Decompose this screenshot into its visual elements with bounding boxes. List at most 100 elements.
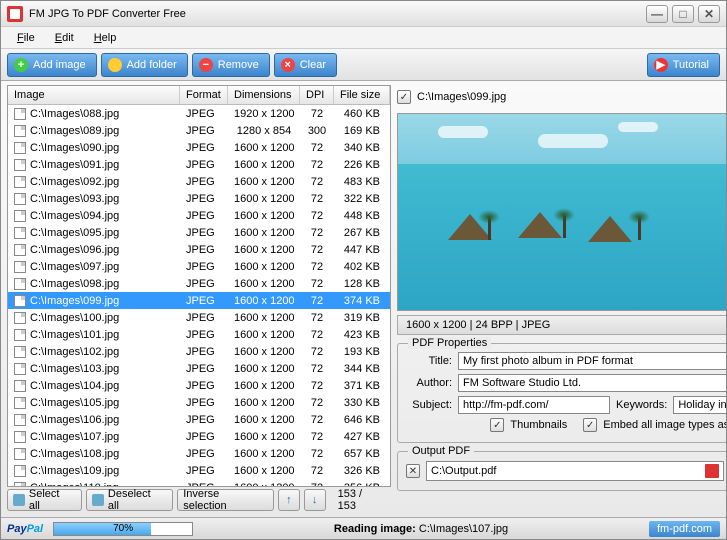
preview-info-bar: 1600 x 1200 | 24 BPP | JPEG Scale: 20 % [397,315,726,335]
thumbnails-label: Thumbnails [510,419,567,431]
minimize-button[interactable]: — [646,5,668,23]
file-icon [14,193,26,205]
move-up-button[interactable]: ↑ [278,489,300,511]
clear-button[interactable]: ×Clear [274,53,337,77]
table-row[interactable]: C:\Images\105.jpgJPEG1600 x 120072330 KB [8,394,390,411]
table-row[interactable]: C:\Images\092.jpgJPEG1600 x 120072483 KB [8,173,390,190]
tutorial-button[interactable]: ▶Tutorial [647,53,720,77]
table-row[interactable]: C:\Images\096.jpgJPEG1600 x 120072447 KB [8,241,390,258]
website-link[interactable]: fm-pdf.com [649,521,720,537]
preview-checkbox[interactable]: ✓ [397,90,411,104]
file-icon [14,397,26,409]
output-legend: Output PDF [408,445,474,457]
table-row[interactable]: C:\Images\098.jpgJPEG1600 x 120072128 KB [8,275,390,292]
file-icon [14,380,26,392]
menu-help[interactable]: Help [86,30,125,46]
col-format[interactable]: Format [180,86,228,104]
table-body[interactable]: C:\Images\088.jpgJPEG1920 x 120072460 KB… [8,105,390,486]
table-row[interactable]: C:\Images\103.jpgJPEG1600 x 120072344 KB [8,360,390,377]
file-icon [14,210,26,222]
output-checkbox[interactable]: ✕ [406,464,420,478]
select-all-button[interactable]: Select all [7,489,82,511]
inverse-selection-button[interactable]: Inverse selection [177,489,274,511]
author-label: Author: [406,377,452,389]
check-icon [13,494,25,506]
file-icon [14,278,26,290]
progress-bar: 70% [53,522,193,536]
file-icon [14,329,26,341]
file-icon [14,125,26,137]
output-pdf-group: Output PDF ✕ C:\Output.pdf 📁 Start [397,451,726,491]
table-row[interactable]: C:\Images\097.jpgJPEG1600 x 120072402 KB [8,258,390,275]
add-folder-button[interactable]: Add folder [101,53,188,77]
menu-file[interactable]: File [9,30,43,46]
maximize-button[interactable]: □ [672,5,694,23]
folder-icon [108,58,122,72]
file-icon [14,465,26,477]
deselect-all-button[interactable]: Deselect all [86,489,173,511]
preview-path: C:\Images\099.jpg [417,91,506,103]
file-icon [14,159,26,171]
table-row[interactable]: C:\Images\102.jpgJPEG1600 x 120072193 KB [8,343,390,360]
title-input[interactable] [458,352,726,370]
move-down-button[interactable]: ↓ [304,489,326,511]
table-row[interactable]: C:\Images\095.jpgJPEG1600 x 120072267 KB [8,224,390,241]
thumbnails-checkbox[interactable]: ✓ [490,418,504,432]
table-row[interactable]: C:\Images\091.jpgJPEG1600 x 120072226 KB [8,156,390,173]
file-icon [14,482,26,487]
table-row[interactable]: C:\Images\107.jpgJPEG1600 x 120072427 KB [8,428,390,445]
output-path-input[interactable]: C:\Output.pdf [426,461,724,481]
embed-jpeg-checkbox[interactable]: ✓ [583,418,597,432]
table-row[interactable]: C:\Images\088.jpgJPEG1920 x 120072460 KB [8,105,390,122]
table-row[interactable]: C:\Images\100.jpgJPEG1600 x 120072319 KB [8,309,390,326]
title-label: Title: [406,355,452,367]
add-image-button[interactable]: +Add image [7,53,97,77]
file-icon [14,261,26,273]
toolbar: +Add image Add folder −Remove ×Clear ▶Tu… [1,49,726,81]
table-row[interactable]: C:\Images\090.jpgJPEG1600 x 120072340 KB [8,139,390,156]
file-icon [14,108,26,120]
file-icon [14,363,26,375]
image-table: Image Format Dimensions DPI File size C:… [7,85,391,487]
table-row[interactable]: C:\Images\093.jpgJPEG1600 x 120072322 KB [8,190,390,207]
table-row[interactable]: C:\Images\109.jpgJPEG1600 x 120072326 KB [8,462,390,479]
table-row[interactable]: C:\Images\104.jpgJPEG1600 x 120072371 KB [8,377,390,394]
table-row[interactable]: C:\Images\106.jpgJPEG1600 x 120072646 KB [8,411,390,428]
pdf-icon [705,464,719,478]
minus-icon: − [199,58,213,72]
paypal-logo[interactable]: PayPal [7,523,43,535]
x-icon: × [281,58,295,72]
col-dimensions[interactable]: Dimensions [228,86,300,104]
main-window: FM JPG To PDF Converter Free — □ ✕ File … [0,0,727,540]
remove-button[interactable]: −Remove [192,53,270,77]
item-counter: 153 / 153 [330,488,391,512]
keywords-input[interactable] [673,396,726,414]
col-filesize[interactable]: File size [334,86,390,104]
table-row[interactable]: C:\Images\108.jpgJPEG1600 x 120072657 KB [8,445,390,462]
subject-label: Subject: [406,399,452,411]
file-icon [14,448,26,460]
table-row[interactable]: C:\Images\099.jpgJPEG1600 x 120072374 KB [8,292,390,309]
pdf-properties-legend: PDF Properties [408,337,491,349]
table-row[interactable]: C:\Images\094.jpgJPEG1600 x 120072448 KB [8,207,390,224]
file-icon [14,295,26,307]
statusbar: PayPal 70% Reading image: C:\Images\107.… [1,517,726,539]
subject-input[interactable] [458,396,610,414]
table-row[interactable]: C:\Images\101.jpgJPEG1600 x 120072423 KB [8,326,390,343]
table-row[interactable]: C:\Images\110.jpgJPEG1600 x 120072356 KB [8,479,390,486]
col-image[interactable]: Image [8,86,180,104]
file-icon [14,244,26,256]
file-icon [14,176,26,188]
file-icon [14,346,26,358]
col-dpi[interactable]: DPI [300,86,334,104]
author-input[interactable] [458,374,726,392]
table-row[interactable]: C:\Images\089.jpgJPEG1280 x 854300169 KB [8,122,390,139]
file-icon [14,431,26,443]
window-title: FM JPG To PDF Converter Free [29,8,646,20]
status-text: Reading image: C:\Images\107.jpg [203,523,639,535]
menu-edit[interactable]: Edit [47,30,82,46]
close-button[interactable]: ✕ [698,5,720,23]
preview-info: 1600 x 1200 | 24 BPP | JPEG [406,319,550,331]
file-icon [14,227,26,239]
pdf-properties-group: PDF Properties Title: Author: Subject: K… [397,343,726,443]
